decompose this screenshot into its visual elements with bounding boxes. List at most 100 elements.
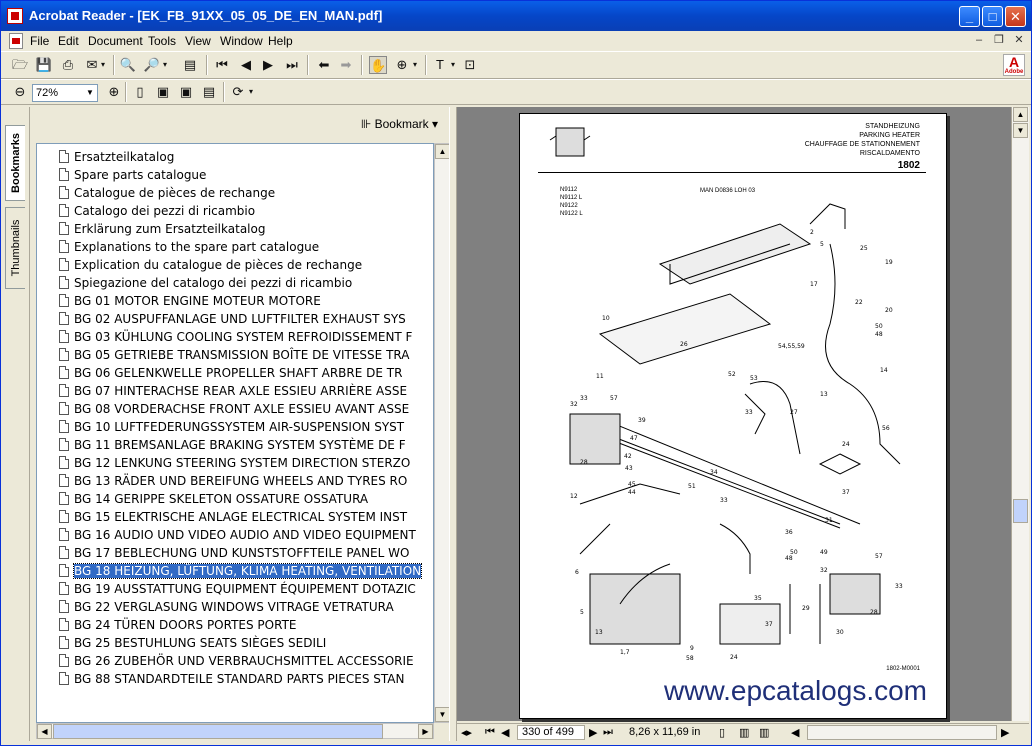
text-select-icon[interactable]: T [431, 56, 449, 74]
tab-bookmarks[interactable]: Bookmarks [5, 125, 25, 201]
bookmark-item[interactable]: BG 11 BREMSANLAGE BRAKING SYSTEM SYSTÈME… [59, 436, 433, 454]
menu-document[interactable]: Document [88, 34, 143, 48]
bookmark-item[interactable]: BG 26 ZUBEHÖR UND VERBRAUCHSMITTEL ACCES… [59, 652, 433, 670]
acrobat-app-icon[interactable] [7, 8, 23, 24]
print-icon[interactable]: ⎙ [59, 56, 77, 74]
adobe-logo-icon[interactable]: A Adobe [1003, 54, 1025, 76]
text-select-dropdown-icon[interactable]: ▾ [449, 56, 457, 74]
status-scroll-left-icon[interactable]: ◀ [791, 726, 799, 739]
next-page-icon[interactable]: ▶ [589, 726, 597, 739]
maximize-button[interactable]: □ [982, 6, 1003, 27]
doc-restore-icon[interactable]: ❐ [991, 33, 1007, 48]
bookmark-tree[interactable]: Ersatzteilkatalog Spare parts catalogue Ca… [36, 143, 434, 723]
bookmark-item[interactable]: BG 19 AUSSTATTUNG EQUIPMENT ÉQUIPEMENT D… [59, 580, 433, 598]
bookmark-item[interactable]: BG 15 ELEKTRISCHE ANLAGE ELECTRICAL SYST… [59, 508, 433, 526]
document-view[interactable]: STANDHEIZUNG PARKING HEATER CHAUFFAGE DE… [457, 107, 1011, 721]
rotate-dropdown-icon[interactable]: ▾ [247, 83, 255, 101]
bookmark-item[interactable]: Explanations to the spare part catalogue [59, 238, 433, 256]
previous-page-icon[interactable]: ◀ [237, 56, 255, 74]
scroll-left-icon[interactable]: ◀ [37, 724, 52, 739]
menu-edit[interactable]: Edit [58, 34, 79, 48]
bookmark-item[interactable]: BG 01 MOTOR ENGINE MOTEUR MOTORE [59, 292, 433, 310]
minimize-button[interactable]: _ [959, 6, 980, 27]
bookmark-item[interactable]: BG 08 VORDERACHSE FRONT AXLE ESSIEU AVAN… [59, 400, 433, 418]
tab-thumbnails[interactable]: Thumbnails [5, 207, 25, 289]
bookmark-item[interactable]: BG 17 BEBLECHUNG UND KUNSTSTOFFTEILE PAN… [59, 544, 433, 562]
doc-minimize-icon[interactable]: – [971, 33, 987, 48]
title-bar[interactable]: Acrobat Reader - [EK_FB_91XX_05_05_DE_EN… [1, 1, 1031, 31]
save-icon[interactable]: 💾 [35, 56, 53, 74]
zoom-dropdown-icon[interactable]: ▾ [411, 56, 419, 74]
bookmark-item[interactable]: Ersatzteilkatalog [59, 148, 433, 166]
find-icon[interactable]: 🔎 [143, 56, 161, 74]
find-dropdown-icon[interactable]: ▾ [161, 56, 169, 74]
bookmark-item[interactable]: Catalogo dei pezzi di ricambio [59, 202, 433, 220]
bookmark-item[interactable]: BG 10 LUFTFEDERUNGSSYSTEM AIR-SUSPENSION… [59, 418, 433, 436]
rotate-icon[interactable]: ⟳ [229, 83, 247, 101]
fit-visible-icon[interactable]: ▤ [200, 83, 218, 101]
bookmark-item[interactable]: BG 03 KÜHLUNG COOLING SYSTEM REFROIDISSE… [59, 328, 433, 346]
scroll-down-icon[interactable]: ▼ [435, 707, 450, 722]
bookmark-item[interactable]: Spiegazione del catalogo dei pezzi di ri… [59, 274, 433, 292]
snapshot-icon[interactable]: ⊡ [461, 56, 479, 74]
pane-splitter[interactable] [449, 107, 457, 741]
bookmark-horizontal-scrollbar[interactable]: ◀ ▶ [36, 723, 434, 739]
zoom-in-tool-icon[interactable]: ⊕ [393, 56, 411, 74]
bookmark-item[interactable]: BG 22 VERGLASUNG WINDOWS VITRAGE VETRATU… [59, 598, 433, 616]
search-icon[interactable]: 🔍 [119, 56, 137, 74]
single-page-icon[interactable]: ▯ [719, 726, 725, 739]
status-horizontal-scrollbar[interactable] [807, 725, 997, 740]
bookmark-vertical-scrollbar[interactable]: ▲ ▼ [434, 143, 450, 723]
menu-view[interactable]: View [185, 34, 211, 48]
bookmark-item[interactable]: BG 24 TÜREN DOORS PORTES PORTE [59, 616, 433, 634]
bookmark-item[interactable]: BG 02 AUSPUFFANLAGE UND LUFTFILTER EXHAU… [59, 310, 433, 328]
bookmark-item[interactable]: Explication du catalogue de pièces de re… [59, 256, 433, 274]
menu-tools[interactable]: Tools [148, 34, 176, 48]
email-dropdown-icon[interactable]: ▾ [99, 56, 107, 74]
next-page-icon[interactable]: ▶ [259, 56, 277, 74]
zoom-in-icon[interactable]: ⊕ [105, 83, 123, 101]
bookmark-item[interactable]: BG 07 HINTERACHSE REAR AXLE ESSIEU ARRIÈ… [59, 382, 433, 400]
close-button[interactable]: ✕ [1005, 6, 1026, 27]
bookmark-item[interactable]: BG 18 HEIZUNG, LÜFTUNG, KLIMA HEATING, V… [59, 562, 433, 580]
bookmark-item[interactable]: BG 13 RÄDER UND BEREIFUNG WHEELS AND TYR… [59, 472, 433, 490]
doc-scroll-down-icon[interactable]: ▼ [1013, 123, 1028, 138]
bookmark-item[interactable]: BG 12 LENKUNG STEERING SYSTEM DIRECTION … [59, 454, 433, 472]
bookmark-item[interactable]: BG 05 GETRIEBE TRANSMISSION BOÎTE DE VIT… [59, 346, 433, 364]
menu-file[interactable]: File [30, 34, 49, 48]
doc-scroll-up-icon[interactable]: ▲ [1013, 107, 1028, 122]
next-view-icon[interactable]: ➡ [337, 56, 355, 74]
first-page-icon[interactable]: ⏮ [213, 56, 231, 74]
bookmark-item[interactable]: Catalogue de pièces de rechange [59, 184, 433, 202]
continuous-icon[interactable]: ▥ [739, 726, 749, 739]
bookmark-item[interactable]: BG 88 STANDARDTEILE STANDARD PARTS PIECE… [59, 670, 433, 688]
document-icon[interactable] [9, 33, 23, 49]
actual-size-icon[interactable]: ▯ [131, 83, 149, 101]
doc-close-icon[interactable]: ✕ [1011, 33, 1027, 48]
facing-icon[interactable]: ▥ [759, 726, 769, 739]
bookmark-item[interactable]: BG 14 GERIPPE SKELETON OSSATURE OSSATURA [59, 490, 433, 508]
doc-scroll-thumb[interactable] [1013, 499, 1028, 523]
bookmark-item[interactable]: BG 25 BESTUHLUNG SEATS SIÈGES SEDILI [59, 634, 433, 652]
status-scroll-right-icon[interactable]: ▶ [1001, 726, 1009, 739]
last-page-icon[interactable]: ⏭ [603, 726, 613, 739]
fit-page-icon[interactable]: ▣ [154, 83, 172, 101]
bookmark-item[interactable]: BG 16 AUDIO UND VIDEO AUDIO AND VIDEO EQ… [59, 526, 433, 544]
first-page-icon[interactable]: ⏮ [485, 726, 495, 739]
fit-width-icon[interactable]: ▣ [177, 83, 195, 101]
bookmark-item[interactable]: BG 06 GELENKWELLE PROPELLER SHAFT ARBRE … [59, 364, 433, 382]
bookmark-item[interactable]: Erklärung zum Ersatzteilkatalog [59, 220, 433, 238]
hand-tool-icon[interactable]: ✋ [369, 56, 387, 74]
previous-view-icon[interactable]: ⬅ [315, 56, 333, 74]
zoom-input[interactable]: 72% ▼ [32, 84, 98, 102]
menu-help[interactable]: Help [268, 34, 293, 48]
scroll-right-icon[interactable]: ▶ [418, 724, 433, 739]
bookmark-item[interactable]: Spare parts catalogue [59, 166, 433, 184]
bookmark-menu-button[interactable]: ⊪ Bookmark ▾ [361, 117, 438, 131]
panel-toggle-icon[interactable]: ◂▸ [461, 726, 472, 739]
menu-window[interactable]: Window [220, 34, 263, 48]
scroll-thumb[interactable] [53, 724, 383, 739]
show-hide-navigation-icon[interactable]: ▤ [181, 56, 199, 74]
previous-page-icon[interactable]: ◀ [501, 726, 509, 739]
last-page-icon[interactable]: ⏭ [283, 56, 301, 74]
